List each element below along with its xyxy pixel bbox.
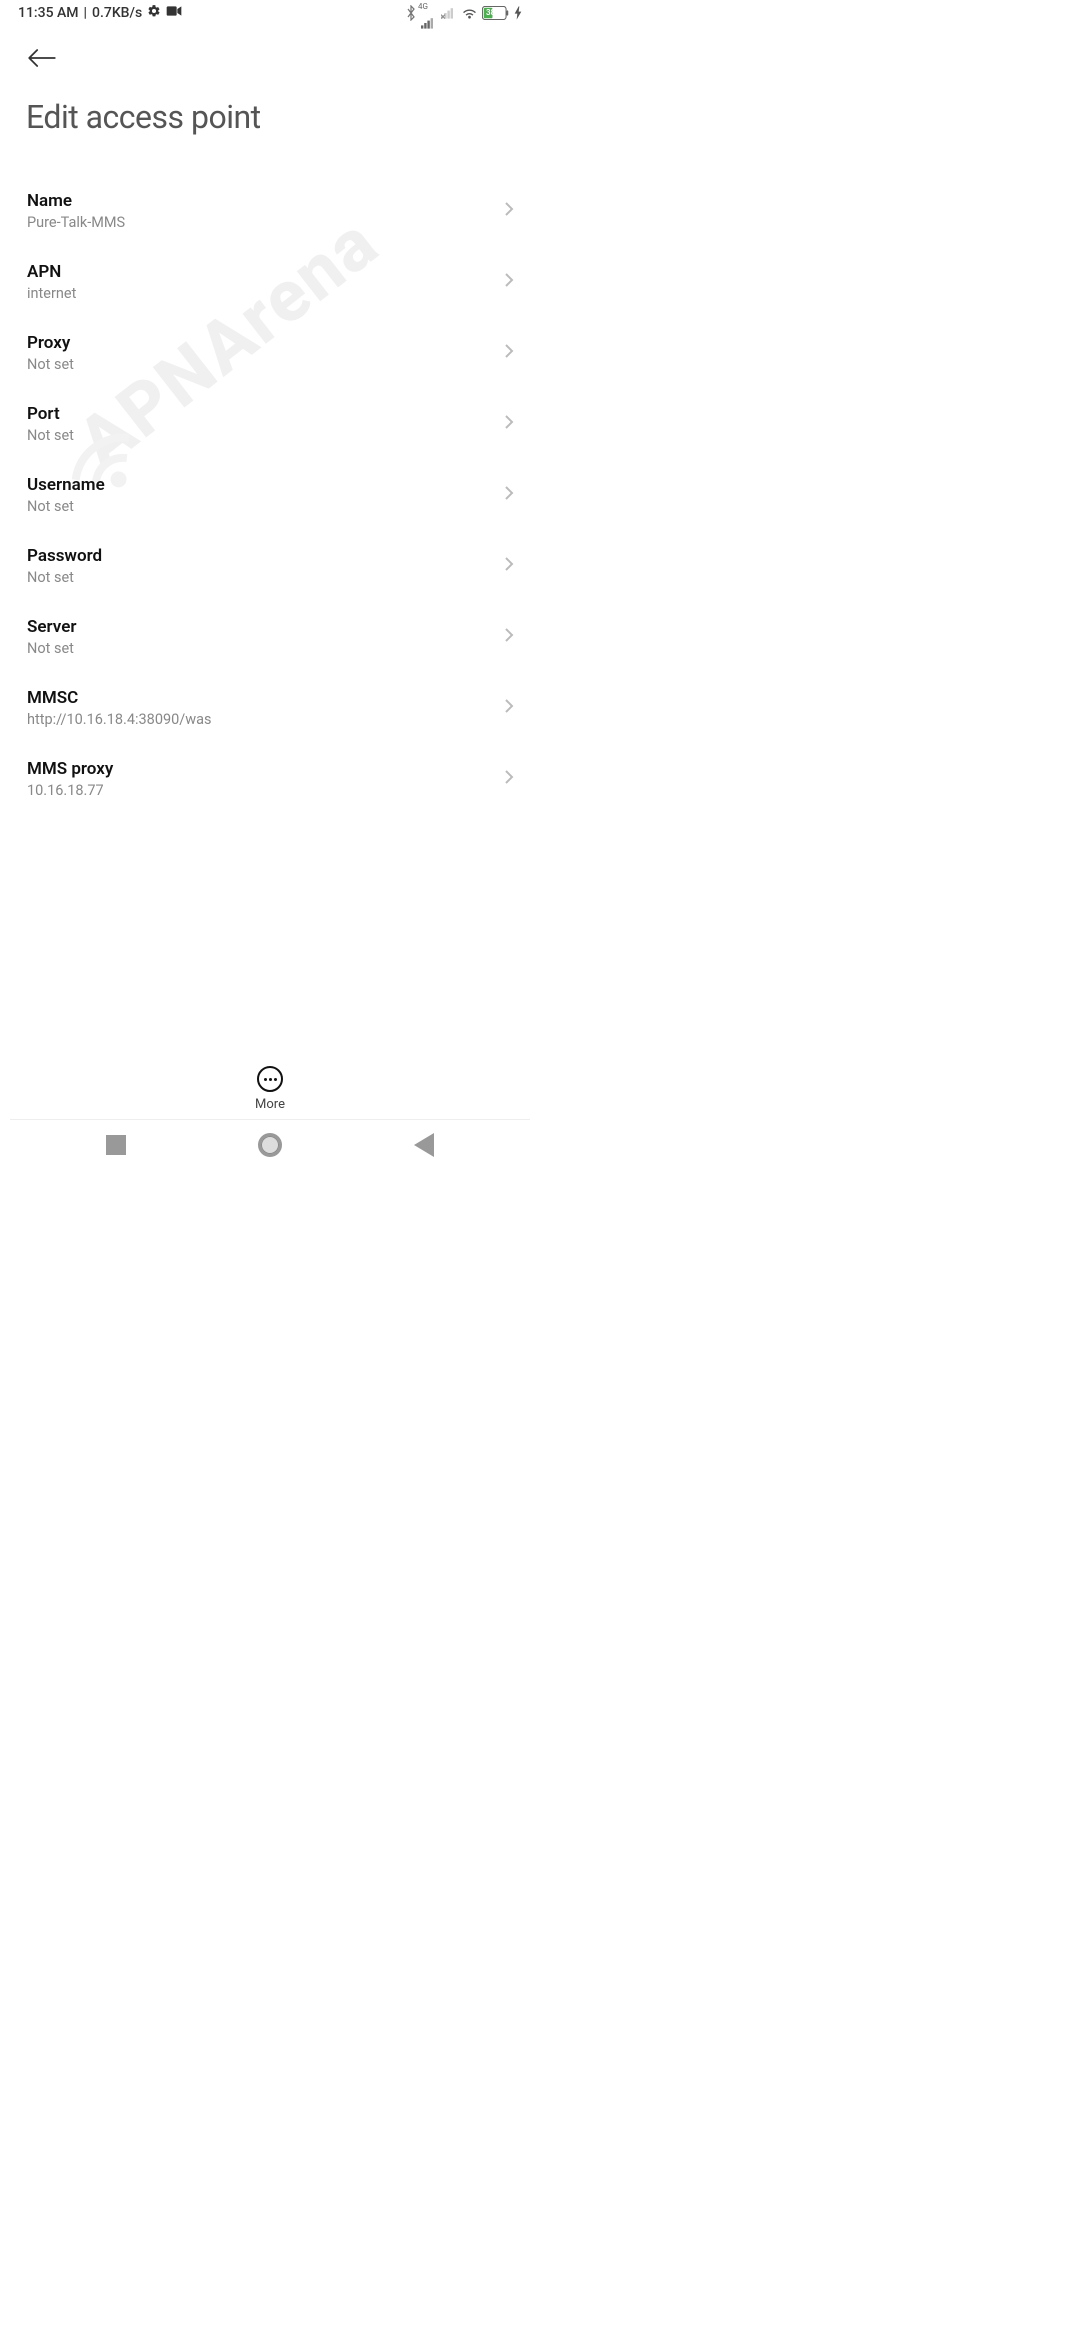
status-data-rate: 0.7KB/s xyxy=(92,5,142,21)
recents-button[interactable] xyxy=(106,1135,126,1155)
gear-icon xyxy=(147,4,161,22)
chevron-right-icon xyxy=(504,556,514,576)
battery-icon: 38 xyxy=(482,6,510,20)
home-button[interactable] xyxy=(258,1133,282,1157)
status-time: 11:35 AM xyxy=(18,5,79,21)
back-nav-button[interactable] xyxy=(414,1133,434,1157)
settings-list: Name Pure-Talk-MMS APN internet Proxy Not set… xyxy=(0,176,540,814)
setting-item-name[interactable]: Name Pure-Talk-MMS xyxy=(0,176,540,247)
setting-title: Username xyxy=(27,474,494,496)
signal-nosim-icon xyxy=(441,7,457,19)
setting-title: Proxy xyxy=(27,332,494,354)
wifi-icon xyxy=(461,6,478,20)
setting-title: MMS proxy xyxy=(27,758,494,780)
chevron-right-icon xyxy=(504,201,514,221)
setting-value: Not set xyxy=(27,356,494,375)
setting-item-mms-proxy[interactable]: MMS proxy 10.16.18.77 xyxy=(0,744,540,815)
charging-icon xyxy=(514,6,522,20)
setting-item-apn[interactable]: APN internet xyxy=(0,247,540,318)
setting-content: APN internet xyxy=(27,261,494,304)
setting-content: Username Not set xyxy=(27,474,494,517)
chevron-right-icon xyxy=(504,627,514,647)
more-label: More xyxy=(255,1097,285,1112)
setting-content: Password Not set xyxy=(27,545,494,588)
setting-value: internet xyxy=(27,285,494,304)
setting-value: Not set xyxy=(27,427,494,446)
setting-value: Not set xyxy=(27,640,494,659)
chevron-right-icon xyxy=(504,698,514,718)
chevron-right-icon xyxy=(504,272,514,292)
back-button[interactable] xyxy=(26,44,58,72)
setting-item-proxy[interactable]: Proxy Not set xyxy=(0,318,540,389)
chevron-right-icon xyxy=(504,485,514,505)
chevron-right-icon xyxy=(504,343,514,363)
setting-value: Pure-Talk-MMS xyxy=(27,214,494,233)
setting-item-server[interactable]: Server Not set xyxy=(0,602,540,673)
setting-title: APN xyxy=(27,261,494,283)
signal-4g-icon: 4G xyxy=(421,0,437,29)
setting-item-password[interactable]: Password Not set xyxy=(0,531,540,602)
setting-title: Server xyxy=(27,616,494,638)
header: Edit access point xyxy=(0,26,540,136)
setting-content: Proxy Not set xyxy=(27,332,494,375)
bluetooth-icon xyxy=(405,5,417,21)
setting-title: Name xyxy=(27,190,494,212)
status-sep: | xyxy=(84,5,87,21)
setting-value: Not set xyxy=(27,569,494,588)
setting-content: Port Not set xyxy=(27,403,494,446)
setting-item-mmsc[interactable]: MMSC http://10.16.18.4:38090/was xyxy=(0,673,540,744)
setting-title: Password xyxy=(27,545,494,567)
setting-title: MMSC xyxy=(27,687,494,709)
page-title: Edit access point xyxy=(26,98,514,136)
chevron-right-icon xyxy=(504,769,514,789)
more-button[interactable]: More xyxy=(0,1058,540,1112)
setting-content: Name Pure-Talk-MMS xyxy=(27,190,494,233)
status-bar: 11:35 AM | 0.7KB/s 4G 38 xyxy=(0,0,540,26)
setting-item-username[interactable]: Username Not set xyxy=(0,460,540,531)
setting-value: Not set xyxy=(27,498,494,517)
nav-bar xyxy=(0,1120,540,1170)
setting-value: 10.16.18.77 xyxy=(27,782,494,801)
camera-icon xyxy=(166,5,182,21)
setting-content: Server Not set xyxy=(27,616,494,659)
chevron-right-icon xyxy=(504,414,514,434)
setting-content: MMS proxy 10.16.18.77 xyxy=(27,758,494,801)
setting-title: Port xyxy=(27,403,494,425)
setting-content: MMSC http://10.16.18.4:38090/was xyxy=(27,687,494,730)
status-left: 11:35 AM | 0.7KB/s xyxy=(18,4,182,22)
more-icon xyxy=(257,1066,283,1092)
setting-item-port[interactable]: Port Not set xyxy=(0,389,540,460)
setting-value: http://10.16.18.4:38090/was xyxy=(27,711,494,730)
status-right: 4G 38 xyxy=(405,0,522,29)
